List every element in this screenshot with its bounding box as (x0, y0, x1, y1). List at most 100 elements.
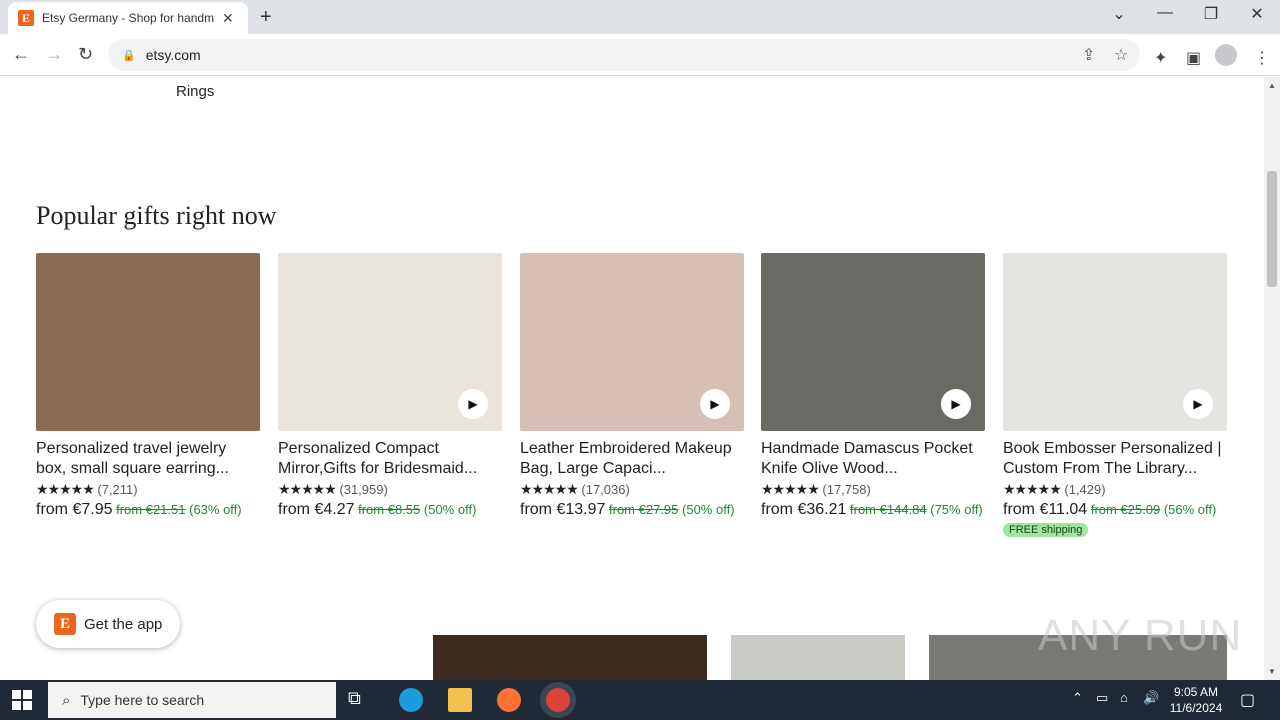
scrollbar-thumb[interactable] (1267, 171, 1277, 287)
windows-taskbar: ⌕ Type here to search ⧉ ⌃ ▭ ⌂ 🔊 9:05 AM … (0, 680, 1280, 720)
taskbar-search-placeholder: Type here to search (80, 692, 205, 708)
firefox-icon[interactable] (497, 688, 521, 712)
search-icon: ⌕ (62, 691, 71, 709)
close-window-icon[interactable]: ✕ (1234, 4, 1280, 24)
price-line: from €4.27 from €8.55 (50% off) (278, 500, 502, 520)
review-count: (31,959) (339, 482, 388, 497)
tab-title: Etsy Germany - Shop for handmade (42, 11, 214, 25)
original-price: from €21.51 (116, 502, 186, 517)
price-line: from €13.97 from €27.95 (50% off) (520, 500, 744, 520)
taskbar-clock[interactable]: 9:05 AM 11/6/2024 (1166, 684, 1226, 716)
rating-stars-icon: ★★★★★ (36, 481, 95, 497)
browser-tab-active[interactable]: E Etsy Germany - Shop for handmade ✕ (8, 2, 248, 34)
product-image[interactable]: ▶ (1003, 253, 1227, 431)
windows-start-icon[interactable] (12, 690, 32, 710)
lock-icon: 🔒 (122, 49, 136, 62)
browser-tabbar: E Etsy Germany - Shop for handmade ✕ + ⌄… (0, 0, 1280, 34)
page-scrollbar[interactable]: ▲ ▼ (1264, 77, 1280, 680)
etsy-favicon-icon: E (18, 10, 34, 26)
tab-search-chevron-icon[interactable]: ⌄ (1096, 4, 1142, 24)
product-title[interactable]: Personalized travel jewelry box, small s… (36, 439, 260, 479)
discount-percent: (75% off) (930, 502, 983, 517)
product-price: from €11.04 (1003, 501, 1088, 518)
product-title[interactable]: Handmade Damascus Pocket Knife Olive Woo… (761, 439, 985, 479)
product-price: from €7.95 (36, 501, 113, 518)
product-card[interactable]: ▶ Leather Embroidered Makeup Bag, Large … (520, 253, 744, 520)
review-count: (17,036) (581, 482, 630, 497)
play-video-icon[interactable]: ▶ (1183, 389, 1213, 419)
get-the-app-label: Get the app (84, 615, 163, 633)
edge-browser-icon[interactable] (399, 688, 423, 712)
product-price: from €4.27 (278, 501, 355, 518)
etsy-logo-icon: E (54, 613, 76, 635)
share-icon[interactable]: ⇪ (1082, 45, 1095, 65)
product-rating: ★★★★★ (7,211) (36, 481, 260, 498)
free-shipping-badge: FREE shipping (1003, 523, 1089, 537)
taskbar-search-box[interactable]: ⌕ Type here to search (48, 682, 336, 718)
product-title[interactable]: Book Embosser Personalized | Custom From… (1003, 439, 1227, 479)
price-line: from €36.21 from €144.84 (75% off) (761, 500, 985, 520)
notifications-icon[interactable]: ▢ (1240, 690, 1255, 710)
back-arrow-icon[interactable]: ← (12, 44, 30, 65)
play-video-icon[interactable]: ▶ (700, 389, 730, 419)
menu-kebab-icon[interactable]: ⋮ (1254, 48, 1270, 68)
restore-icon[interactable]: ❐ (1188, 4, 1234, 24)
browser-toolbar: ← → ↻ 🔒 etsy.com ⇪ ☆ ✦ ▣ ⋮ (0, 34, 1280, 76)
product-rating: ★★★★★ (1,429) (1003, 481, 1227, 498)
original-price: from €25.09 (1090, 502, 1161, 517)
file-explorer-icon[interactable] (448, 688, 472, 712)
discount-percent: (50% off) (682, 502, 735, 517)
review-count: (1,429) (1064, 482, 1106, 497)
close-tab-icon[interactable]: ✕ (222, 10, 234, 27)
get-the-app-button[interactable]: E Get the app (36, 600, 181, 648)
play-video-icon[interactable]: ▶ (941, 389, 971, 419)
product-image[interactable]: ▶ (278, 253, 502, 431)
chrome-icon[interactable] (546, 688, 570, 712)
category-label-rings[interactable]: Rings (176, 83, 214, 100)
rating-stars-icon: ★★★★★ (1003, 481, 1062, 497)
discount-percent: (63% off) (189, 502, 242, 517)
product-image[interactable] (36, 253, 260, 431)
profile-avatar[interactable] (1215, 44, 1237, 66)
product-rating: ★★★★★ (17,036) (520, 481, 744, 498)
review-count: (7,211) (97, 482, 138, 497)
product-image[interactable] (731, 635, 905, 680)
product-card[interactable]: ▶ Book Embosser Personalized | Custom Fr… (1003, 253, 1227, 538)
product-card[interactable]: ▶ Handmade Damascus Pocket Knife Olive W… (761, 253, 985, 520)
product-card[interactable]: ▶ Personalized Compact Mirror,Gifts for … (278, 253, 502, 520)
side-panel-icon[interactable]: ▣ (1186, 48, 1201, 68)
scroll-up-arrow-icon[interactable]: ▲ (1268, 81, 1276, 90)
reload-icon[interactable]: ↻ (78, 44, 93, 65)
product-image[interactable] (433, 635, 707, 680)
product-price: from €13.97 (520, 501, 606, 518)
bookmark-star-icon[interactable]: ☆ (1114, 45, 1128, 65)
rating-stars-icon: ★★★★★ (761, 481, 820, 497)
product-price: from €36.21 (761, 501, 847, 518)
new-tab-icon[interactable]: + (260, 6, 272, 29)
watermark-text: ANY RUN (1038, 611, 1243, 660)
product-image[interactable]: ▶ (520, 253, 744, 431)
original-price: from €27.95 (609, 502, 679, 517)
etsy-page: Rings Popular gifts right now Personaliz… (0, 77, 1264, 680)
url-text: etsy.com (145, 47, 201, 63)
section-title: Popular gifts right now (36, 201, 277, 230)
forward-arrow-icon[interactable]: → (45, 44, 63, 65)
product-title[interactable]: Personalized Compact Mirror,Gifts for Br… (278, 439, 502, 479)
network-icon[interactable]: ⌂ (1120, 690, 1128, 705)
price-line: from €11.04 from €25.09 (56% off) (1003, 500, 1227, 520)
volume-icon[interactable]: 🔊 (1143, 690, 1159, 706)
task-view-icon[interactable]: ⧉ (348, 688, 372, 712)
review-count: (17,758) (822, 482, 871, 497)
tray-device-icon[interactable]: ▭ (1096, 690, 1108, 706)
product-card[interactable]: Personalized travel jewelry box, small s… (36, 253, 260, 520)
product-image[interactable]: ▶ (761, 253, 985, 431)
extensions-icon[interactable]: ✦ (1154, 48, 1167, 68)
discount-percent: (56% off) (1163, 502, 1217, 517)
address-bar[interactable]: 🔒 etsy.com ⇪ ☆ (108, 39, 1140, 71)
product-title[interactable]: Leather Embroidered Makeup Bag, Large Ca… (520, 439, 744, 479)
tray-chevron-icon[interactable]: ⌃ (1072, 690, 1083, 706)
play-video-icon[interactable]: ▶ (458, 389, 488, 419)
scroll-down-arrow-icon[interactable]: ▼ (1268, 667, 1276, 676)
clock-date: 11/6/2024 (1169, 701, 1223, 715)
minimize-icon[interactable]: — (1142, 4, 1188, 22)
